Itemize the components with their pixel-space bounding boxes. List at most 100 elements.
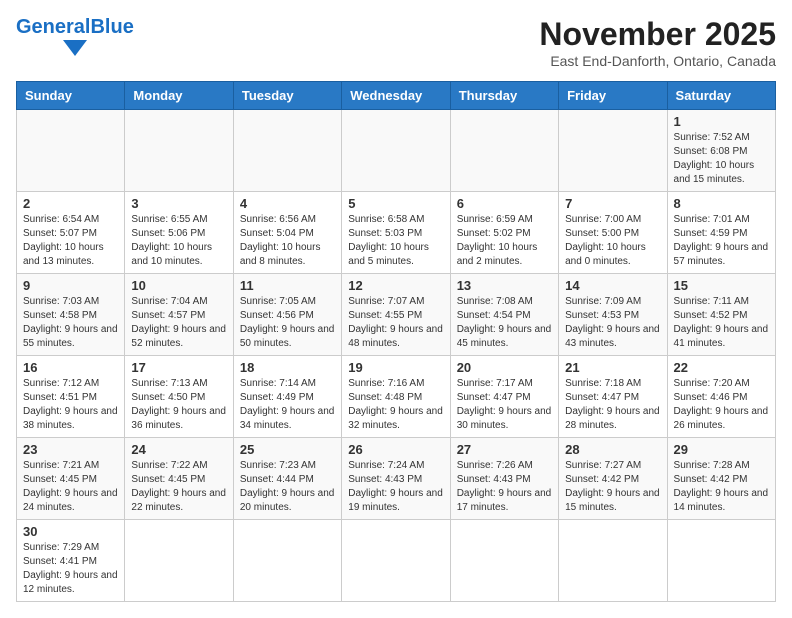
weekday-header-friday: Friday: [559, 82, 667, 110]
day-number: 26: [348, 442, 443, 457]
calendar-cell: [125, 520, 233, 602]
day-info: Sunrise: 7:11 AM Sunset: 4:52 PM Dayligh…: [674, 295, 769, 351]
day-number: 13: [457, 278, 552, 293]
logo: GeneralBlue: [16, 16, 134, 56]
day-number: 28: [565, 442, 660, 457]
day-info: Sunrise: 7:03 AM Sunset: 4:58 PM Dayligh…: [23, 295, 118, 351]
day-number: 18: [240, 360, 335, 375]
calendar-cell: [342, 110, 450, 192]
calendar-week-6: 30 Sunrise: 7:29 AM Sunset: 4:41 PM Dayli…: [17, 520, 776, 602]
month-title: November 2025: [539, 16, 776, 53]
day-info: Sunrise: 6:54 AM Sunset: 5:07 PM Dayligh…: [23, 213, 118, 269]
logo-text: GeneralBlue: [16, 16, 134, 39]
day-info: Sunrise: 7:26 AM Sunset: 4:43 PM Dayligh…: [457, 459, 552, 515]
day-number: 6: [457, 196, 552, 211]
calendar-cell: 13 Sunrise: 7:08 AM Sunset: 4:54 PM Dayli…: [450, 274, 558, 356]
calendar-table: SundayMondayTuesdayWednesdayThursdayFrid…: [16, 81, 776, 602]
day-number: 3: [131, 196, 226, 211]
day-info: Sunrise: 7:08 AM Sunset: 4:54 PM Dayligh…: [457, 295, 552, 351]
calendar-week-3: 9Sunrise: 7:03 AM Sunset: 4:58 PM Daylig…: [17, 274, 776, 356]
calendar-cell: 10 Sunrise: 7:04 AM Sunset: 4:57 PM Dayli…: [125, 274, 233, 356]
day-info: Sunrise: 7:04 AM Sunset: 4:57 PM Dayligh…: [131, 295, 226, 351]
calendar-cell: 2 Sunrise: 6:54 AM Sunset: 5:07 PM Daylig…: [17, 192, 125, 274]
day-number: 23: [23, 442, 118, 457]
calendar-cell: 19 Sunrise: 7:16 AM Sunset: 4:48 PM Dayli…: [342, 356, 450, 438]
calendar-cell: 11 Sunrise: 7:05 AM Sunset: 4:56 PM Dayli…: [233, 274, 341, 356]
calendar-cell: 14Sunrise: 7:09 AM Sunset: 4:53 PM Dayli…: [559, 274, 667, 356]
calendar-cell: [450, 110, 558, 192]
day-number: 19: [348, 360, 443, 375]
calendar-week-1: 1 Sunrise: 7:52 AM Sunset: 6:08 PM Daylig…: [17, 110, 776, 192]
calendar-cell: 26 Sunrise: 7:24 AM Sunset: 4:43 PM Dayli…: [342, 438, 450, 520]
day-number: 1: [674, 114, 769, 129]
day-info: Sunrise: 7:14 AM Sunset: 4:49 PM Dayligh…: [240, 377, 335, 433]
logo-icon: GeneralBlue: [16, 16, 134, 56]
calendar-cell: 8 Sunrise: 7:01 AM Sunset: 4:59 PM Daylig…: [667, 192, 775, 274]
day-info: Sunrise: 7:07 AM Sunset: 4:55 PM Dayligh…: [348, 295, 443, 351]
weekday-header-row: SundayMondayTuesdayWednesdayThursdayFrid…: [17, 82, 776, 110]
day-info: Sunrise: 7:00 AM Sunset: 5:00 PM Dayligh…: [565, 213, 660, 269]
day-number: 27: [457, 442, 552, 457]
day-info: Sunrise: 7:29 AM Sunset: 4:41 PM Dayligh…: [23, 541, 118, 597]
calendar-cell: [233, 110, 341, 192]
calendar-cell: 3 Sunrise: 6:55 AM Sunset: 5:06 PM Daylig…: [125, 192, 233, 274]
day-info: Sunrise: 7:16 AM Sunset: 4:48 PM Dayligh…: [348, 377, 443, 433]
calendar-cell: [17, 110, 125, 192]
calendar-cell: [233, 520, 341, 602]
calendar-cell: 16Sunrise: 7:12 AM Sunset: 4:51 PM Dayli…: [17, 356, 125, 438]
weekday-header-monday: Monday: [125, 82, 233, 110]
day-info: Sunrise: 7:05 AM Sunset: 4:56 PM Dayligh…: [240, 295, 335, 351]
calendar-cell: [667, 520, 775, 602]
calendar-week-2: 2 Sunrise: 6:54 AM Sunset: 5:07 PM Daylig…: [17, 192, 776, 274]
day-number: 8: [674, 196, 769, 211]
calendar-cell: 20 Sunrise: 7:17 AM Sunset: 4:47 PM Dayli…: [450, 356, 558, 438]
calendar-week-5: 23Sunrise: 7:21 AM Sunset: 4:45 PM Dayli…: [17, 438, 776, 520]
calendar-cell: 4Sunrise: 6:56 AM Sunset: 5:04 PM Daylig…: [233, 192, 341, 274]
day-number: 2: [23, 196, 118, 211]
day-info: Sunrise: 6:55 AM Sunset: 5:06 PM Dayligh…: [131, 213, 226, 269]
day-info: Sunrise: 7:18 AM Sunset: 4:47 PM Dayligh…: [565, 377, 660, 433]
calendar-cell: 18 Sunrise: 7:14 AM Sunset: 4:49 PM Dayli…: [233, 356, 341, 438]
day-number: 30: [23, 524, 118, 539]
day-info: Sunrise: 7:13 AM Sunset: 4:50 PM Dayligh…: [131, 377, 226, 433]
weekday-header-wednesday: Wednesday: [342, 82, 450, 110]
day-number: 21: [565, 360, 660, 375]
calendar-cell: 23Sunrise: 7:21 AM Sunset: 4:45 PM Dayli…: [17, 438, 125, 520]
weekday-header-tuesday: Tuesday: [233, 82, 341, 110]
logo-blue: Blue: [90, 16, 133, 38]
title-area: November 2025 East End-Danforth, Ontario…: [539, 16, 776, 69]
day-number: 17: [131, 360, 226, 375]
day-number: 11: [240, 278, 335, 293]
weekday-header-sunday: Sunday: [17, 82, 125, 110]
day-info: Sunrise: 7:52 AM Sunset: 6:08 PM Dayligh…: [674, 131, 769, 187]
logo-triangle-icon: [63, 40, 87, 56]
day-number: 14: [565, 278, 660, 293]
day-info: Sunrise: 7:01 AM Sunset: 4:59 PM Dayligh…: [674, 213, 769, 269]
location-subtitle: East End-Danforth, Ontario, Canada: [539, 53, 776, 69]
day-info: Sunrise: 7:24 AM Sunset: 4:43 PM Dayligh…: [348, 459, 443, 515]
calendar-cell: 24Sunrise: 7:22 AM Sunset: 4:45 PM Dayli…: [125, 438, 233, 520]
calendar-cell: [559, 110, 667, 192]
day-number: 7: [565, 196, 660, 211]
day-info: Sunrise: 6:59 AM Sunset: 5:02 PM Dayligh…: [457, 213, 552, 269]
calendar-cell: 25 Sunrise: 7:23 AM Sunset: 4:44 PM Dayli…: [233, 438, 341, 520]
day-info: Sunrise: 7:17 AM Sunset: 4:47 PM Dayligh…: [457, 377, 552, 433]
day-number: 20: [457, 360, 552, 375]
day-number: 10: [131, 278, 226, 293]
weekday-header-saturday: Saturday: [667, 82, 775, 110]
day-info: Sunrise: 6:56 AM Sunset: 5:04 PM Dayligh…: [240, 213, 335, 269]
day-number: 29: [674, 442, 769, 457]
calendar-cell: 6 Sunrise: 6:59 AM Sunset: 5:02 PM Daylig…: [450, 192, 558, 274]
day-info: Sunrise: 7:12 AM Sunset: 4:51 PM Dayligh…: [23, 377, 118, 433]
day-number: 25: [240, 442, 335, 457]
day-info: Sunrise: 7:23 AM Sunset: 4:44 PM Dayligh…: [240, 459, 335, 515]
calendar-cell: [450, 520, 558, 602]
day-number: 24: [131, 442, 226, 457]
day-info: Sunrise: 7:27 AM Sunset: 4:42 PM Dayligh…: [565, 459, 660, 515]
calendar-cell: 27 Sunrise: 7:26 AM Sunset: 4:43 PM Dayli…: [450, 438, 558, 520]
calendar-cell: [559, 520, 667, 602]
calendar-week-4: 16Sunrise: 7:12 AM Sunset: 4:51 PM Dayli…: [17, 356, 776, 438]
calendar-cell: 15 Sunrise: 7:11 AM Sunset: 4:52 PM Dayli…: [667, 274, 775, 356]
day-info: Sunrise: 6:58 AM Sunset: 5:03 PM Dayligh…: [348, 213, 443, 269]
day-number: 15: [674, 278, 769, 293]
